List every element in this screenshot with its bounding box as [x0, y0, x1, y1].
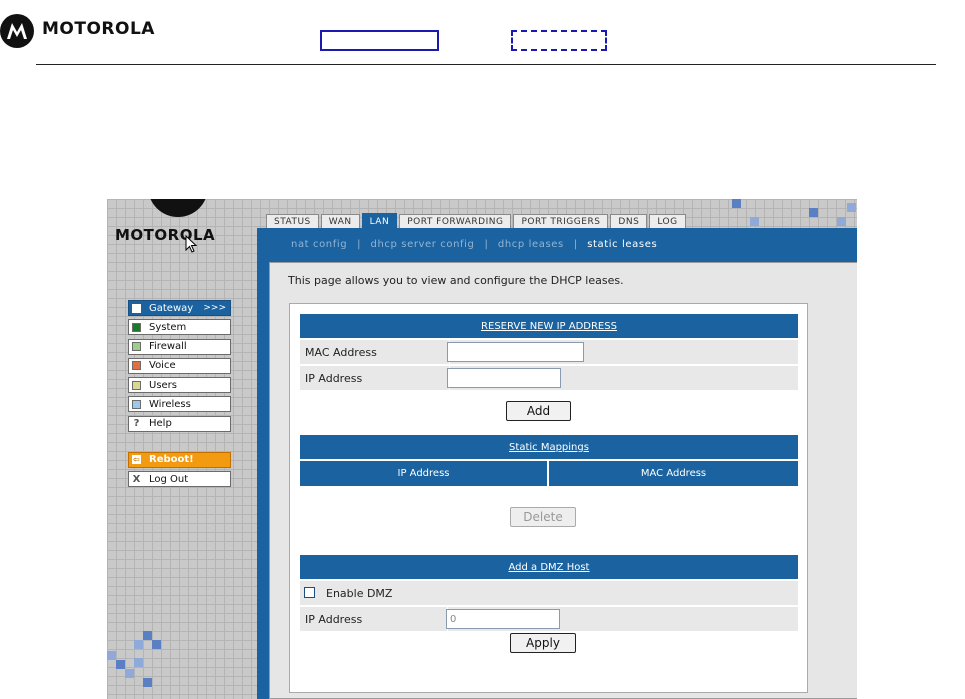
- firewall-swatch-icon: [132, 342, 141, 352]
- form-box: RESERVE NEW IP ADDRESS MAC Address IP Ad…: [289, 303, 808, 693]
- tab-port-triggers[interactable]: PORT TRIGGERS: [513, 214, 609, 229]
- doc-brand-text: MOTOROLA: [42, 19, 155, 39]
- static-mappings-header: Static Mappings: [300, 435, 798, 459]
- close-icon: X: [132, 473, 141, 485]
- col-header-mac-address: MAC Address: [549, 461, 798, 486]
- menu-item-label: Users: [149, 379, 178, 391]
- menu-item-help[interactable]: ? Help: [128, 415, 231, 432]
- mouse-cursor-icon: [185, 235, 198, 253]
- lan-panel: nat config | dhcp server config | dhcp l…: [257, 228, 857, 699]
- deco-square: [152, 640, 161, 649]
- menu-item-system[interactable]: System: [128, 319, 231, 336]
- tab-lan[interactable]: LAN: [361, 213, 398, 229]
- menu-item-voice[interactable]: Voice: [128, 357, 231, 374]
- reserve-section-header: RESERVE NEW IP ADDRESS: [300, 314, 798, 338]
- delete-button[interactable]: Delete: [510, 507, 576, 527]
- tab-status[interactable]: STATUS: [266, 214, 319, 229]
- highlight-box-solid: [320, 30, 439, 51]
- deco-square: [125, 669, 134, 678]
- voice-swatch-icon: [132, 361, 141, 371]
- deco-square: [134, 640, 143, 649]
- subtab-nat-config[interactable]: nat config: [291, 239, 347, 250]
- menu-item-label: Help: [149, 418, 172, 430]
- dmz-title-link[interactable]: Add a DMZ Host: [509, 562, 590, 573]
- enable-dmz-row: Enable DMZ: [300, 581, 798, 605]
- subtab-separator: |: [357, 239, 361, 250]
- enable-dmz-label: Enable DMZ: [326, 586, 393, 600]
- main-tabs: STATUS WAN LAN PORT FORWARDING PORT TRIG…: [266, 213, 688, 229]
- tab-dns[interactable]: DNS: [610, 214, 648, 229]
- deco-square: [143, 631, 152, 640]
- dmz-ip-input[interactable]: 0: [446, 609, 560, 629]
- menu-item-firewall[interactable]: Firewall: [128, 338, 231, 355]
- deco-square: [107, 651, 116, 660]
- header-divider: [36, 64, 936, 65]
- system-swatch-icon: [132, 322, 141, 332]
- mac-address-label: MAC Address: [300, 340, 450, 364]
- menu-item-users[interactable]: Users: [128, 377, 231, 394]
- dmz-section-header: Add a DMZ Host: [300, 555, 798, 579]
- subtab-separator: |: [484, 239, 488, 250]
- menu-item-label: Gateway: [149, 302, 194, 314]
- tab-wan[interactable]: WAN: [320, 214, 360, 229]
- intro-text: This page allows you to view and configu…: [288, 274, 624, 287]
- logout-button[interactable]: X Log Out: [128, 471, 231, 488]
- motorola-logo-icon: [0, 14, 34, 48]
- chevrons-icon: >>>: [203, 303, 226, 313]
- ip-address-input[interactable]: [447, 368, 561, 388]
- question-icon: ?: [133, 418, 140, 430]
- ip-address-label: IP Address: [300, 366, 450, 390]
- menu-item-label: Wireless: [149, 398, 191, 410]
- menu-item-label: System: [149, 321, 187, 333]
- content-area: This page allows you to view and configu…: [269, 262, 857, 699]
- enable-dmz-checkbox[interactable]: [304, 587, 315, 598]
- subtab-dhcp-server-config[interactable]: dhcp server config: [371, 239, 475, 250]
- router-ui-screenshot: MOTOROLA Gateway >>> System Firewall Voi…: [107, 199, 857, 699]
- reboot-arrow-icon: ⇦: [132, 455, 141, 465]
- deco-square: [837, 217, 846, 226]
- tab-port-forwarding[interactable]: PORT FORWARDING: [399, 214, 512, 229]
- deco-square: [809, 208, 818, 217]
- dmz-ip-label: IP Address: [300, 607, 448, 631]
- highlight-box-dashed: [511, 30, 607, 51]
- tab-log[interactable]: LOG: [649, 214, 686, 229]
- deco-square: [732, 199, 741, 208]
- deco-square: [134, 658, 143, 667]
- logout-label: Log Out: [149, 473, 189, 485]
- menu-item-wireless[interactable]: Wireless: [128, 396, 231, 413]
- subtab-separator: |: [573, 239, 578, 250]
- reboot-label: Reboot!: [149, 454, 194, 466]
- manual-page: MOTOROLA MOTOROLA Gateway >>> System Fir…: [0, 0, 965, 699]
- deco-square: [847, 203, 856, 212]
- ui-brand-text: MOTOROLA: [115, 226, 216, 244]
- subtab-dhcp-leases[interactable]: dhcp leases: [498, 239, 564, 250]
- gateway-swatch-icon: [132, 303, 141, 313]
- menu-item-label: Firewall: [149, 341, 187, 353]
- col-header-ip-address: IP Address: [300, 461, 547, 486]
- static-mappings-title[interactable]: Static Mappings: [509, 442, 589, 453]
- mac-address-input[interactable]: [447, 342, 584, 362]
- menu-item-label: Voice: [149, 360, 176, 372]
- menu-item-gateway[interactable]: Gateway >>>: [128, 300, 231, 316]
- deco-square: [116, 660, 125, 669]
- add-button[interactable]: Add: [506, 401, 571, 421]
- wireless-swatch-icon: [132, 399, 141, 409]
- sub-tabs: nat config | dhcp server config | dhcp l…: [291, 239, 657, 250]
- reserve-title-link[interactable]: RESERVE NEW IP ADDRESS: [481, 321, 617, 332]
- deco-square: [750, 217, 759, 226]
- subtab-static-leases[interactable]: static leases: [587, 239, 657, 250]
- apply-button[interactable]: Apply: [510, 633, 576, 653]
- deco-square: [143, 678, 152, 687]
- users-swatch-icon: [132, 380, 141, 390]
- side-menu: Gateway >>> System Firewall Voice Users: [128, 300, 231, 490]
- reboot-button[interactable]: ⇦ Reboot!: [128, 451, 231, 468]
